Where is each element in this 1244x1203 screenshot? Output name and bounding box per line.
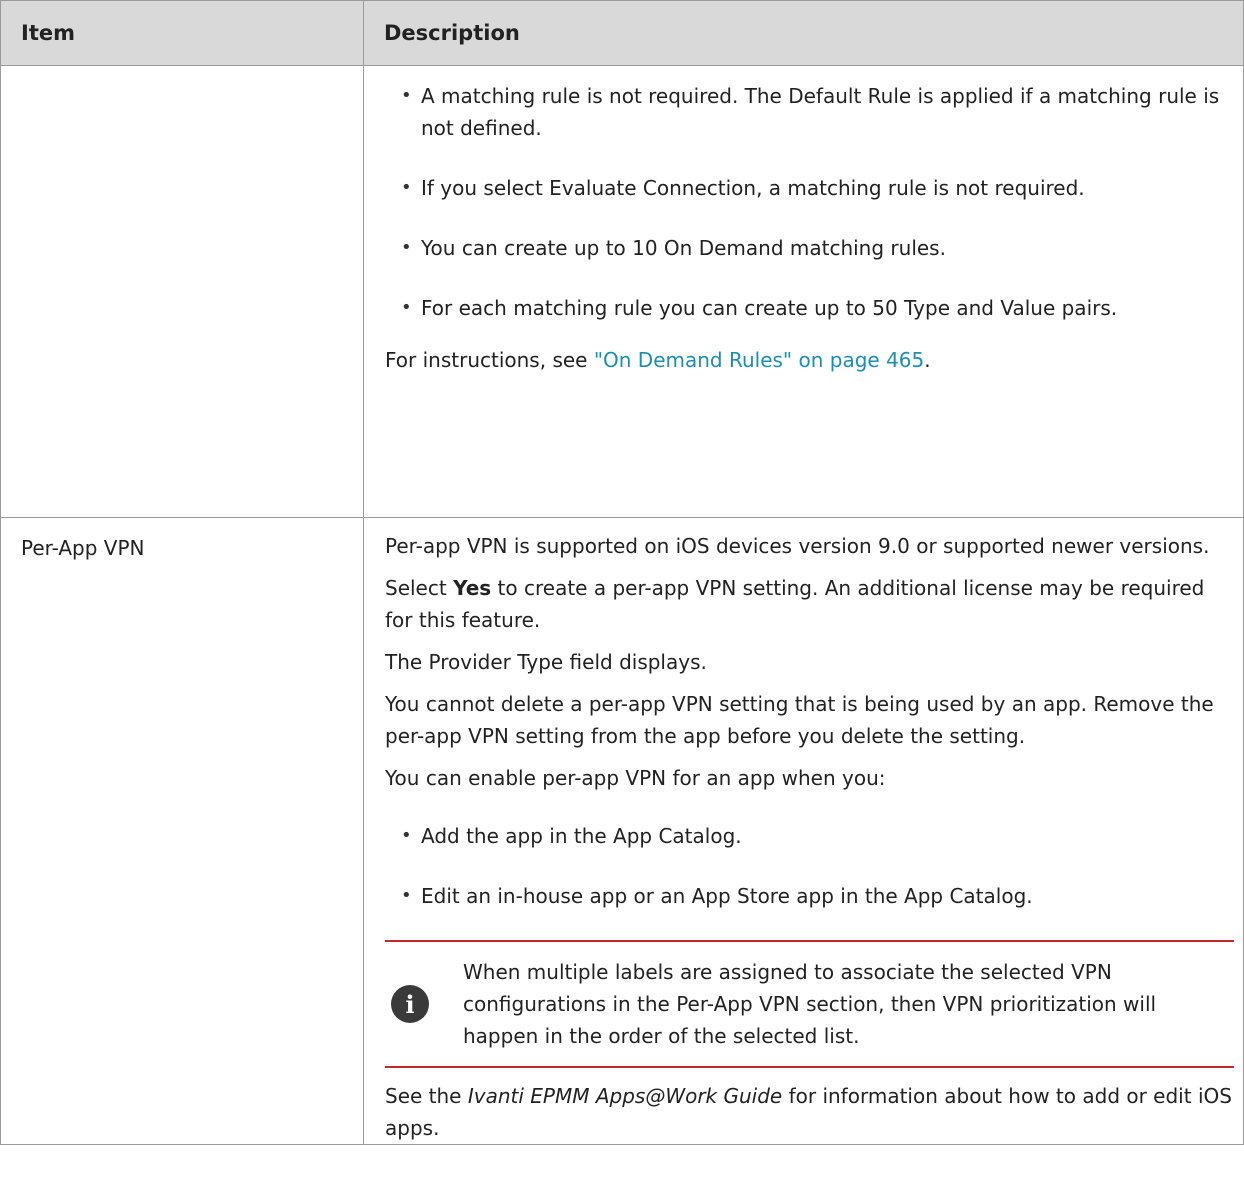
instructions-suffix: . (924, 348, 931, 372)
support-paragraph: Per-app VPN is supported on iOS devices … (385, 534, 1210, 558)
table-row: A matching rule is not required. The Def… (0, 65, 1244, 518)
delete-warning-paragraph: You cannot delete a per-app VPN setting … (385, 692, 1214, 748)
table-row: Per-App VPN Per-app VPN is supported on … (0, 517, 1244, 1145)
list-item: You can create up to 10 On Demand matchi… (385, 232, 1234, 264)
note-text: When multiple labels are assigned to ass… (463, 960, 1157, 1048)
list-item: For each matching rule you can create up… (385, 292, 1234, 324)
instructions-paragraph: For instructions, see "On Demand Rules" … (385, 344, 1234, 376)
enable-intro-paragraph: You can enable per-app VPN for an app wh… (385, 766, 886, 790)
row-item-cell (0, 65, 364, 518)
list-item: Edit an in-house app or an App Store app… (385, 880, 1234, 912)
info-icon: i (391, 985, 429, 1023)
provider-type-paragraph: The Provider Type field displays. (385, 650, 707, 674)
see-prefix: See the (385, 1084, 468, 1108)
guide-title: Ivanti EPMM Apps@Work Guide (467, 1084, 783, 1108)
matching-rules-list: A matching rule is not required. The Def… (385, 80, 1234, 324)
settings-table: Item Description A matching rule is not … (0, 0, 1244, 1145)
list-item: A matching rule is not required. The Def… (385, 80, 1234, 144)
header-item: Item (0, 0, 364, 66)
table-header-row: Item Description (0, 0, 1244, 66)
on-demand-rules-link[interactable]: "On Demand Rules" on page 465 (594, 348, 924, 372)
row-description-cell: Per-app VPN is supported on iOS devices … (363, 517, 1244, 1145)
header-description: Description (363, 0, 1244, 66)
row-description-cell: A matching rule is not required. The Def… (363, 65, 1244, 518)
instructions-prefix: For instructions, see (385, 348, 594, 372)
yes-option-text: Yes (453, 576, 492, 600)
list-item: If you select Evaluate Connection, a mat… (385, 172, 1234, 204)
select-prefix: Select (385, 576, 454, 600)
row-item-cell: Per-App VPN (0, 517, 364, 1145)
select-suffix: to create a per-app VPN setting. An addi… (385, 576, 1205, 632)
enable-conditions-list: Add the app in the App Catalog. Edit an … (385, 820, 1234, 912)
see-guide-paragraph: See the Ivanti EPMM Apps@Work Guide for … (385, 1080, 1234, 1144)
info-note: i When multiple labels are assigned to a… (385, 940, 1234, 1068)
list-item: Add the app in the App Catalog. (385, 820, 1234, 852)
select-yes-paragraph: Select Yes to create a per-app VPN setti… (385, 572, 1234, 636)
